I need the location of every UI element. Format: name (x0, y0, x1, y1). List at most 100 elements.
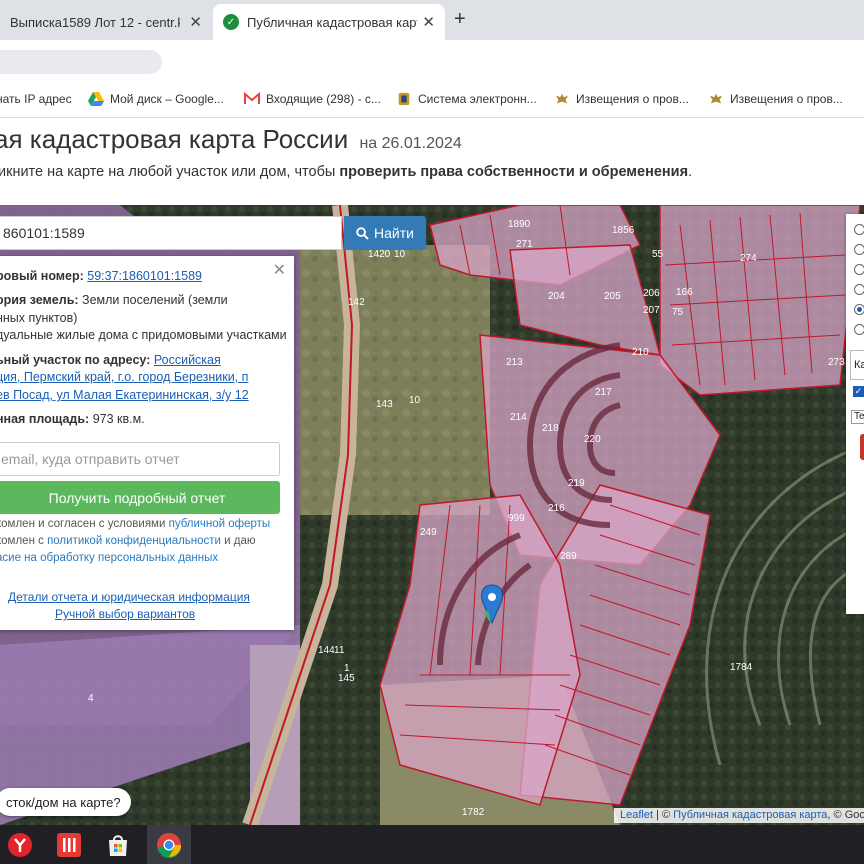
eagle-icon (709, 93, 723, 104)
map-label: 144 (318, 645, 335, 656)
map-label: 273 (828, 357, 845, 368)
subtitle-end: . (688, 164, 693, 180)
consent-text: и даю (220, 535, 256, 547)
consent-line: комлен и согласен с условиями публичной … (0, 518, 270, 530)
map-label: 10 (394, 249, 406, 260)
map-label: 213 (506, 357, 523, 368)
layer-radio[interactable] (854, 284, 864, 295)
map-attribution: Leaflet | © Публичная кадастровая карта,… (614, 808, 864, 823)
attribution-tail: , © Goo (827, 809, 864, 821)
search-icon (356, 226, 369, 240)
map-label: 210 (632, 347, 649, 358)
address-link[interactable]: Российская (154, 353, 221, 367)
get-report-button[interactable]: Получить подробный отчет (0, 481, 280, 514)
report-details-link[interactable]: Детали отчета и юридическая информация (8, 590, 250, 604)
field-label: ория земель: (0, 293, 83, 307)
layer-radio[interactable] (854, 244, 864, 255)
map-label: 10 (409, 395, 421, 406)
page-date: на 26.01.2024 (359, 135, 462, 152)
map-label: 145 (338, 673, 355, 684)
emblem-icon (398, 92, 410, 106)
layer-radio[interactable] (854, 264, 864, 275)
taskbar (0, 825, 864, 864)
address-link[interactable]: ция, Пермский край, г.о. город Березники… (0, 370, 248, 384)
address-link[interactable]: ев Посад, ул Малая Екатерининская, з/у 1… (0, 388, 249, 402)
privacy-link[interactable]: политикой конфиденциальности (47, 535, 221, 547)
store-icon[interactable] (104, 831, 132, 859)
close-icon[interactable]: ✕ (273, 260, 286, 280)
consent-line: комлен с политикой конфиденциальности и … (0, 535, 256, 547)
area-row: нная площадь: 973 кв.м. (0, 411, 145, 428)
subtitle-text: икните на карте на любой участок или дом… (0, 164, 340, 180)
map-label: 249 (420, 527, 437, 538)
bookmark-notices-2[interactable]: Извещения о пров... (708, 92, 843, 106)
tab-bar: Выписка1589 Лот 12 - centr.ko ✕ ✓ Публич… (0, 0, 864, 40)
bookmark-label: Система электронн... (418, 92, 537, 106)
address-row: ьный участок по адресу: Российская (0, 352, 221, 369)
map-label: 4 (88, 693, 94, 704)
bookmark-system[interactable]: Система электронн... (396, 92, 537, 106)
check-icon: ✓ (223, 14, 239, 30)
map-label: 1856 (612, 225, 635, 236)
parcel-info-panel: ✕ ровый номер: 59:37:1860101:1589 ория з… (0, 256, 294, 630)
cadastral-number-link[interactable]: 59:37:1860101:1589 (87, 269, 202, 283)
map-label: 1784 (730, 662, 753, 673)
layers-panel: Ка ✓ Te (846, 214, 864, 614)
layer-radio[interactable] (854, 224, 864, 235)
cadastral-map-link[interactable]: Публичная кадастровая карта (673, 809, 827, 821)
cadastral-search-input[interactable]: 860101:1589 (0, 216, 342, 250)
bookmark-label: Извещения о пров... (576, 92, 689, 106)
map-label: 55 (652, 249, 664, 260)
layer-radio[interactable] (854, 324, 864, 335)
consent-line: асие на обработку персональных данных (0, 552, 218, 564)
map-label: 11 (334, 645, 345, 656)
map-label: 205 (604, 291, 621, 302)
layer-select[interactable]: Ка (850, 350, 864, 380)
layer-checkbox[interactable]: ✓ (853, 386, 864, 397)
app-icon[interactable] (55, 831, 83, 859)
leaflet-link[interactable]: Leaflet (620, 809, 653, 821)
close-icon[interactable]: ✕ (422, 13, 435, 31)
map-label: 1782 (462, 807, 485, 818)
field-value: Земли поселений (земли (82, 293, 228, 307)
yandex-browser-icon[interactable] (6, 831, 34, 859)
bookmark-label: Мой диск – Google... (110, 92, 224, 106)
page-title-text: ая кадастровая карта России (0, 124, 349, 154)
find-button[interactable]: Найти (344, 216, 426, 250)
subtitle-bold: проверить права собственности и обремене… (339, 164, 689, 180)
email-field[interactable]: email, куда отправить отчет (0, 442, 280, 476)
address-bar (0, 40, 864, 82)
bookmark-google-drive[interactable]: Мой диск – Google... (88, 92, 224, 106)
page-title: ая кадастровая карта России на 26.01.202… (0, 124, 462, 155)
offer-link[interactable]: публичной оферты (169, 518, 271, 530)
new-tab-button[interactable]: + (454, 8, 466, 31)
tab-title: Выписка1589 Лот 12 - centr.ko (10, 14, 180, 30)
field-label: нная площадь: (0, 412, 93, 426)
close-icon[interactable]: ✕ (189, 13, 202, 31)
manual-selection-link[interactable]: Ручной выбор вариантов (55, 607, 195, 621)
map-label: 217 (595, 387, 612, 398)
field-value: нных пунктов) (0, 311, 78, 325)
personal-data-link[interactable]: асие на обработку персональных данных (0, 552, 218, 564)
bookmark-gmail[interactable]: Входящие (298) - с... (244, 92, 381, 106)
map-label: 220 (584, 434, 601, 445)
bookmark-label: Входящие (298) - с... (266, 92, 381, 106)
url-input[interactable] (0, 50, 162, 74)
bookmark-ip[interactable]: нать IP адрес (0, 92, 72, 106)
page-subtitle: икните на карте на любой участок или дом… (0, 164, 692, 180)
chrome-icon[interactable] (155, 831, 183, 859)
map-label: 75 (672, 307, 684, 318)
map-label: 207 (643, 305, 660, 316)
bookmark-label: нать IP адрес (0, 92, 72, 106)
layer-action-button[interactable] (860, 434, 864, 460)
google-drive-icon (88, 92, 104, 106)
layer-radio-selected[interactable] (854, 304, 864, 315)
layer-text-field[interactable]: Te (851, 410, 864, 424)
map-label: 289 (560, 551, 577, 562)
tab-vypiska[interactable]: Выписка1589 Лот 12 - centr.ko ✕ (0, 4, 212, 40)
map-question-bubble[interactable]: сток/дом на карте? (0, 788, 131, 816)
bookmark-notices-1[interactable]: Извещения о пров... (554, 92, 689, 106)
eagle-icon (555, 93, 569, 104)
tab-cadastral-map[interactable]: ✓ Публичная кадастровая карта ✕ (213, 4, 445, 40)
map-label: 1 (344, 663, 350, 674)
